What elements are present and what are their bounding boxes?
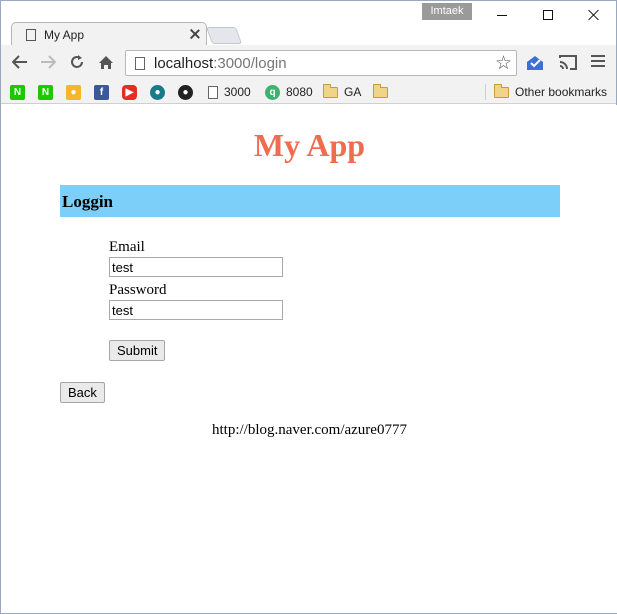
bookmarks-divider: [485, 84, 486, 100]
email-field[interactable]: [109, 257, 283, 277]
q-icon: q: [265, 84, 280, 100]
url-host: localhost: [154, 54, 214, 72]
cast-icon[interactable]: [558, 54, 578, 72]
github-icon: ●: [178, 84, 193, 100]
other-bookmarks[interactable]: Other bookmarks: [494, 83, 608, 100]
bookmark-label: 8080: [286, 85, 313, 99]
back-arrow-icon[interactable]: [9, 51, 31, 73]
home-icon[interactable]: [95, 51, 117, 73]
inbox-extension-icon[interactable]: [525, 54, 545, 72]
forward-arrow-icon[interactable]: [37, 51, 59, 73]
profile-badge[interactable]: Imtaek: [422, 3, 472, 20]
browser-window: Imtaek My App localhost:3000/login ☆ N N…: [0, 0, 617, 614]
bookmark-star-icon[interactable]: ☆: [495, 52, 512, 75]
bookmarks-bar: N N ● f ▶ ● ● 3000 q 8080 GA Other bookma…: [1, 79, 616, 104]
bookmark-facebook[interactable]: f: [94, 84, 109, 100]
bookmark-folder-ga[interactable]: GA: [323, 83, 362, 100]
url-text: localhost:3000/login: [154, 55, 287, 72]
close-icon: [588, 9, 600, 21]
bookmark-youtube[interactable]: ▶: [122, 84, 137, 100]
maximize-icon: [543, 10, 553, 20]
page-icon: [26, 28, 36, 41]
bookmark-folder[interactable]: [373, 83, 388, 100]
bookmark-3000[interactable]: 3000: [208, 84, 251, 100]
app-icon: ●: [150, 84, 165, 100]
menu-icon[interactable]: [591, 54, 611, 72]
section-header: Loggin: [60, 185, 560, 217]
tab-close-icon[interactable]: [190, 29, 200, 39]
bookmark-app[interactable]: ●: [150, 84, 165, 100]
page-content: My App Loggin Email Password Submit Back…: [2, 105, 617, 613]
facebook-icon: f: [94, 84, 109, 100]
minimize-icon: [497, 14, 507, 16]
page-title: My App: [253, 127, 366, 163]
bookmark-naver-2[interactable]: N: [38, 84, 53, 100]
url-path: :3000/login: [213, 54, 287, 72]
password-label: Password: [109, 282, 167, 298]
tab-my-app[interactable]: My App: [11, 22, 207, 46]
login-form: Email Password: [109, 237, 409, 326]
bookmark-keep[interactable]: ●: [66, 84, 81, 100]
submit-button[interactable]: Submit: [109, 340, 166, 361]
bookmark-label: 3000: [224, 85, 251, 99]
other-bookmarks-label: Other bookmarks: [515, 85, 608, 99]
address-bar[interactable]: localhost:3000/login ☆: [125, 50, 517, 76]
footer-link[interactable]: http://blog.naver.com/azure0777: [2, 422, 617, 439]
browser-toolbar: localhost:3000/login ☆: [1, 45, 616, 79]
page-icon: [208, 85, 218, 99]
back-button[interactable]: Back: [60, 382, 105, 403]
bookmark-github[interactable]: ●: [178, 84, 193, 100]
email-label: Email: [109, 239, 145, 255]
new-tab-button[interactable]: [205, 27, 243, 44]
reload-icon[interactable]: [66, 51, 88, 73]
section-title: Loggin: [62, 192, 114, 211]
naver-n-icon: N: [10, 84, 25, 100]
password-field[interactable]: [109, 300, 283, 320]
bookmark-label: GA: [344, 85, 362, 99]
tab-strip: My App: [1, 21, 616, 46]
folder-icon: [373, 83, 388, 98]
bookmark-8080[interactable]: q 8080: [265, 84, 313, 100]
youtube-icon: ▶: [122, 84, 137, 100]
bookmark-naver[interactable]: N: [10, 84, 25, 100]
folder-icon: [323, 83, 338, 98]
folder-icon: [494, 83, 509, 98]
page-info-icon: [135, 56, 145, 70]
tab-title: My App: [44, 27, 85, 42]
lightbulb-icon: ●: [66, 84, 81, 100]
naver-n-icon: N: [38, 84, 53, 100]
